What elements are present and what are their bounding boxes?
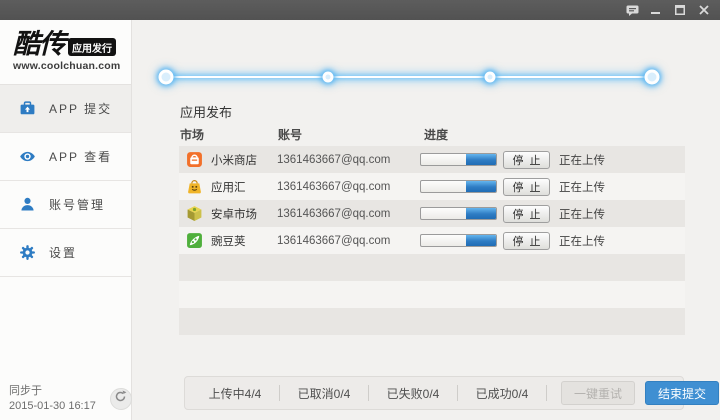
eye-icon [19,148,36,165]
xiaomi-store-icon [186,151,203,168]
account-email: 1361463667@qq.com [277,207,391,220]
sync-label: 同步于 [9,385,42,397]
table-row: 豌豆荚 1361463667@qq.com 停止 正在上传 [179,227,685,254]
maximize-icon [675,5,685,15]
table-row: 安卓市场 1361463667@qq.com 停止 正在上传 [179,200,685,227]
footer-stat: 上传中4/4 [208,386,262,401]
progress-fill [466,208,496,219]
sidebar-item-label: APP 查看 [49,150,113,164]
column-header-account: 账号 [278,128,303,142]
speech-bubble-icon [626,5,639,16]
market-name: 应用汇 [211,181,246,194]
brand-url: www.coolchuan.com [13,60,121,72]
upload-status: 正在上传 [559,181,605,194]
progress-bar [420,234,497,247]
progress-bar [420,180,497,193]
market-name: 安卓市场 [211,208,257,221]
wandoujia-icon [186,232,203,249]
title-bar [0,0,720,20]
briefcase-upload-icon [19,100,36,117]
upload-status: 正在上传 [559,235,605,248]
footer-bar: 上传中4/4 已取消0/4 已失败0/4 已成功0/4 一键重试 结束提交 [184,376,720,410]
brand-name: 酷传 [13,29,66,59]
account-email: 1361463667@qq.com [277,180,391,193]
empty-table-stripe [179,281,685,308]
column-header-progress: 进度 [424,128,449,142]
android-market-icon [186,205,203,222]
progress-bar [420,153,497,166]
close-button[interactable] [696,3,712,17]
maximize-button[interactable] [672,3,688,17]
account-email: 1361463667@qq.com [277,234,391,247]
sidebar-item-settings[interactable]: 设置 [0,229,131,277]
feedback-button[interactable] [624,3,640,17]
minimize-icon [651,5,661,15]
upload-stepper [158,69,660,85]
finish-submit-button[interactable]: 结束提交 [645,381,720,405]
main-panel: 应用发布 市场 账号 进度 小米商店 1361463667@qq.com 停止 … [132,20,720,420]
close-icon [699,5,709,15]
minimize-button[interactable] [648,3,664,17]
stop-button[interactable]: 停止 [503,231,550,250]
progress-fill [466,154,496,165]
gear-icon [19,244,36,261]
app-logo: 酷传 应用发行 www.coolchuan.com [0,20,131,84]
retry-all-button[interactable]: 一键重试 [561,381,636,405]
refresh-button[interactable] [109,388,132,410]
stop-button[interactable]: 停止 [503,150,550,169]
page-title: 应用发布 [180,105,233,120]
stat-divider [546,385,547,401]
empty-table-stripe [179,308,685,335]
progress-bar [420,207,497,220]
progress-fill [466,235,496,246]
sidebar: 酷传 应用发行 www.coolchuan.com APP 提交 APP 查看 … [0,20,132,420]
sync-timestamp: 2015-01-30 16:17 [9,400,96,412]
footer-stat: 已取消0/4 [297,386,351,401]
market-name: 豌豆荚 [211,235,246,248]
stop-button[interactable]: 停止 [503,177,550,196]
upload-status: 正在上传 [559,208,605,221]
stepper-line [166,76,652,78]
footer-stat: 已成功0/4 [475,386,529,401]
table-row: 小米商店 1361463667@qq.com 停止 正在上传 [179,146,685,173]
account-email: 1361463667@qq.com [277,153,391,166]
upload-status: 正在上传 [559,154,605,167]
market-name: 小米商店 [211,154,257,167]
stepper-node [322,71,334,83]
stepper-node [484,71,496,83]
stepper-node [158,69,174,85]
progress-fill [466,181,496,192]
sync-status: 同步于 2015-01-30 16:17 [9,384,96,414]
sidebar-item-app-submit[interactable]: APP 提交 [0,85,131,133]
stop-button[interactable]: 停止 [503,204,550,223]
appchina-icon [186,178,203,195]
sidebar-item-label: 账号管理 [49,198,106,212]
table-body: 小米商店 1361463667@qq.com 停止 正在上传 应用汇 13614… [179,146,685,335]
refresh-icon [114,390,127,408]
footer-stat: 已失败0/4 [386,386,440,401]
stepper-node [644,69,660,85]
column-header-market: 市场 [180,128,205,142]
empty-table-stripe [179,254,685,281]
sidebar-item-label: APP 提交 [49,102,113,116]
sidebar-item-label: 设置 [49,246,78,260]
sidebar-item-app-view[interactable]: APP 查看 [0,133,131,181]
sidebar-menu: APP 提交 APP 查看 账号管理 设置 [0,84,131,277]
table-header: 市场 账号 进度 [132,126,720,146]
user-icon [19,196,36,213]
table-row: 应用汇 1361463667@qq.com 停止 正在上传 [179,173,685,200]
brand-badge: 应用发行 [68,38,116,56]
sidebar-item-account-manage[interactable]: 账号管理 [0,181,131,229]
